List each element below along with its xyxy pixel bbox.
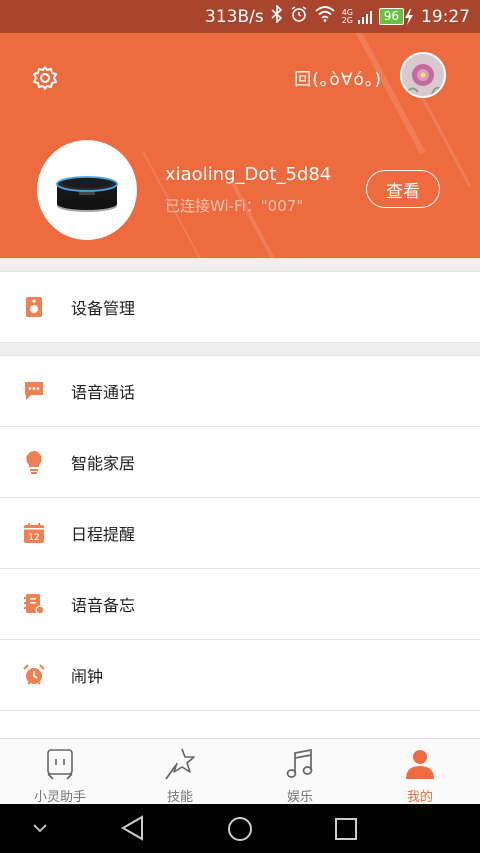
menu-item-partial[interactable] <box>0 710 480 741</box>
magic-wand-star-icon <box>162 746 198 782</box>
menu-item-label: 闹钟 <box>71 667 104 686</box>
menu-item-label: 智能家居 <box>71 454 136 473</box>
section-divider <box>0 258 480 272</box>
avatar[interactable] <box>400 52 446 98</box>
speaker-icon <box>22 295 46 319</box>
view-device-button[interactable]: 查看 <box>366 170 440 208</box>
menu-list: 设备管理 语音通话 智能家居 12 日程提醒 语音备忘 闹钟 <box>0 258 480 741</box>
menu-item-device-management[interactable]: 设备管理 <box>0 272 480 342</box>
alarm-clock-icon <box>22 663 46 687</box>
menu-item-voice-call[interactable]: 语音通话 <box>0 356 480 426</box>
device-name: xiaoling_Dot_5d84 <box>165 164 332 185</box>
wifi-status: 已连接Wi-Fi："007" <box>165 197 304 215</box>
tab-skills[interactable]: 技能 <box>120 739 240 805</box>
calendar-day: 12 <box>28 533 39 543</box>
tab-label: 娱乐 <box>286 790 313 805</box>
wifi-icon <box>315 6 335 27</box>
chat-bubble-icon <box>22 379 46 403</box>
status-bar: 313B/s 4G 2G 96 19:27 <box>0 0 480 33</box>
user-nickname[interactable]: 回(｡ò∀ó｡) <box>294 65 382 90</box>
tab-entertainment[interactable]: 娱乐 <box>240 739 360 805</box>
menu-item-voice-memo[interactable]: 语音备忘 <box>0 568 480 639</box>
system-navigation-bar <box>0 804 480 853</box>
signal-icon: 4G 2G <box>341 7 372 25</box>
menu-item-label: 语音通话 <box>71 383 136 402</box>
alarm-status-icon <box>290 5 308 28</box>
tab-mine[interactable]: 我的 <box>360 739 480 805</box>
battery-level: 96 <box>378 8 404 25</box>
tab-label: 我的 <box>406 790 433 805</box>
menu-item-label: 语音备忘 <box>71 596 136 615</box>
memo-icon <box>22 592 46 616</box>
settings-gear-icon[interactable] <box>30 63 60 93</box>
lightbulb-icon <box>22 450 46 474</box>
bluetooth-icon <box>271 4 283 28</box>
network-type: 4G 2G <box>341 7 354 25</box>
assistant-icon <box>42 746 78 782</box>
section-divider <box>0 342 480 356</box>
menu-item-schedule-reminder[interactable]: 12 日程提醒 <box>0 497 480 568</box>
menu-item-label: 日程提醒 <box>71 525 136 544</box>
device-image[interactable] <box>37 140 137 240</box>
tab-label: 小灵助手 <box>33 790 86 805</box>
chevron-down-icon[interactable] <box>30 820 50 836</box>
network-speed: 313B/s <box>205 6 264 27</box>
music-note-icon <box>282 746 318 782</box>
profile-header: 回(｡ò∀ó｡) xiaoling_Dot_5d84 已连接Wi-Fi："007… <box>0 33 480 258</box>
battery-icon: 96 <box>378 8 414 25</box>
person-icon <box>402 746 438 782</box>
clock: 19:27 <box>421 6 470 27</box>
menu-item-label: 设备管理 <box>71 299 136 318</box>
menu-item-smart-home[interactable]: 智能家居 <box>0 426 480 497</box>
calendar-icon: 12 <box>22 521 46 545</box>
recent-apps-icon[interactable] <box>334 817 358 841</box>
tab-assistant[interactable]: 小灵助手 <box>0 739 120 805</box>
home-icon[interactable] <box>226 815 254 843</box>
back-icon[interactable] <box>120 815 146 841</box>
menu-item-alarm[interactable]: 闹钟 <box>0 639 480 710</box>
tab-label: 技能 <box>166 790 193 805</box>
bottom-tab-bar: 小灵助手 技能 娱乐 我的 <box>0 738 480 805</box>
